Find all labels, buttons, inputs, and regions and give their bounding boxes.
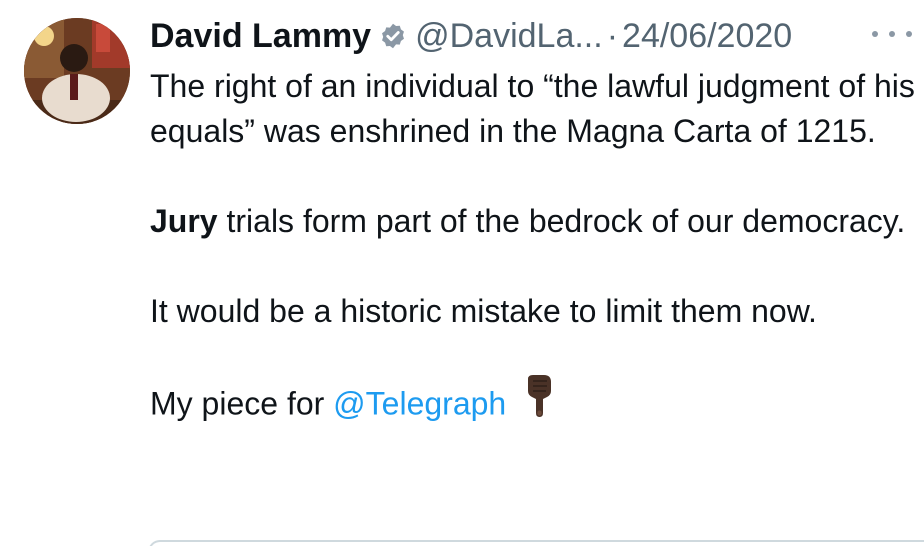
avatar-photo	[24, 18, 130, 124]
paragraph-4-text: My piece for	[150, 385, 334, 422]
tweet-header: David Lammy @DavidLa... · 24/06/2020	[150, 14, 792, 58]
separator-dot: ·	[606, 16, 619, 55]
paragraph-4: My piece for @Telegraph	[150, 375, 922, 433]
tweet-text: The right of an individual to “the lawfu…	[150, 64, 922, 433]
highlighted-word: Jury	[150, 203, 218, 239]
tweet: David Lammy @DavidLa... · 24/06/2020 The…	[0, 0, 924, 546]
display-name[interactable]: David Lammy	[150, 17, 371, 56]
tweet-date[interactable]: 24/06/2020	[622, 17, 792, 56]
pointing-down-emoji	[524, 375, 554, 429]
verified-badge-icon	[379, 22, 407, 50]
paragraph-2-text: trials form part of the bedrock of our d…	[217, 203, 906, 239]
avatar[interactable]	[24, 18, 130, 124]
link-card-edge[interactable]	[148, 540, 924, 546]
paragraph-1: The right of an individual to “the lawfu…	[150, 68, 915, 149]
handle[interactable]: @DavidLa...	[415, 17, 603, 56]
paragraph-3: It would be a historic mistake to limit …	[150, 293, 817, 329]
mention-link[interactable]: @Telegraph	[333, 385, 506, 421]
paragraph-2: Jury trials form part of the bedrock of …	[150, 199, 922, 244]
more-options-icon[interactable]	[872, 22, 912, 46]
